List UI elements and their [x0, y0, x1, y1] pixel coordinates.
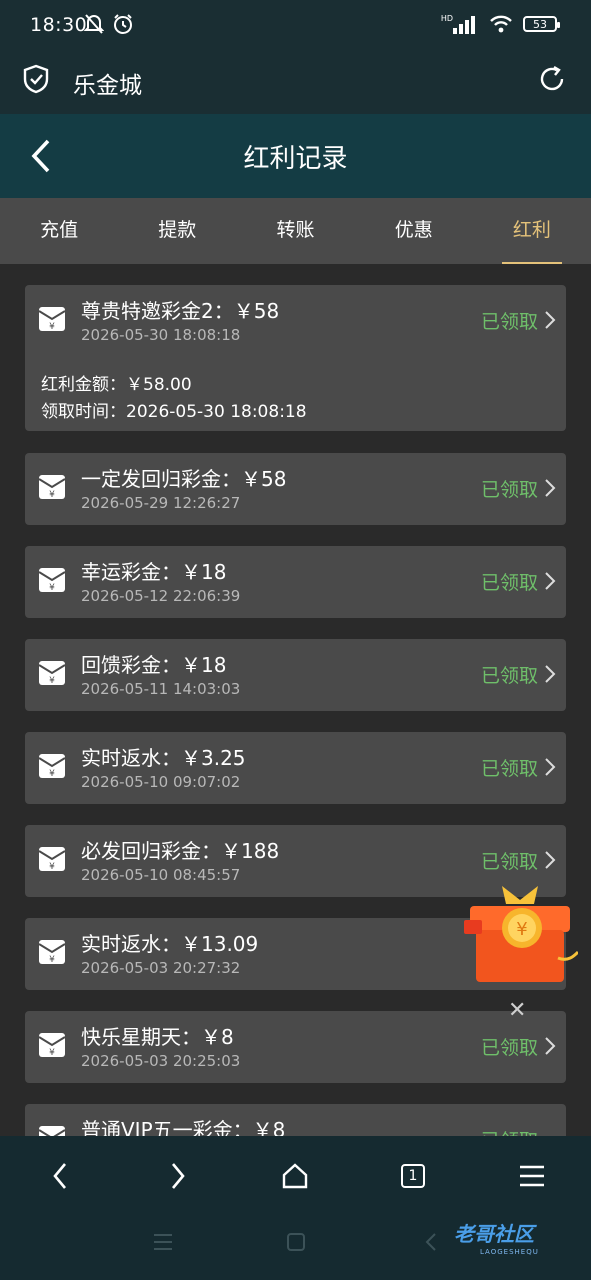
chevron-right-icon [545, 1037, 556, 1055]
red-envelope-icon: ¥ [38, 475, 66, 500]
menu-icon [520, 1165, 544, 1187]
gift-box-icon[interactable]: ¥ [462, 876, 578, 986]
record-date: 2026-05-12 22:06:39 [81, 587, 241, 605]
tab-withdraw[interactable]: 提款 [118, 198, 236, 264]
chevron-left-icon [53, 1163, 66, 1189]
svg-text:¥: ¥ [49, 862, 55, 872]
record-date: 2026-05-03 20:25:03 [81, 1052, 241, 1070]
bonus-amount-line: 红利金额：￥58.00 [41, 375, 192, 395]
svg-text:¥: ¥ [516, 919, 527, 940]
record-status: 已领取 [480, 758, 538, 780]
bonus-record-card[interactable]: ¥ 幸运彩金：￥18 2026-05-12 22:06:39 已领取 [25, 546, 566, 618]
red-envelope-icon: ¥ [38, 661, 66, 686]
record-date: 2026-05-29 12:26:27 [81, 494, 241, 512]
red-envelope-icon: ¥ [38, 1033, 66, 1058]
chevron-right-icon [172, 1163, 185, 1189]
svg-text:¥: ¥ [49, 769, 55, 779]
record-title: 回馈彩金：￥18 [81, 653, 227, 677]
chevron-right-icon [545, 311, 556, 329]
page-title: 红利记录 [243, 144, 348, 174]
record-title: 快乐星期天：￥8 [81, 1025, 234, 1049]
nav-home-button[interactable] [275, 1156, 315, 1196]
svg-text:¥: ¥ [49, 676, 55, 686]
claim-time-line: 领取时间：2026-05-30 18:08:18 [41, 402, 307, 422]
watermark-subtitle: LAOGESHEQU [480, 1248, 539, 1256]
status-bar: 18:30 HD 53 [0, 0, 591, 52]
battery-level: 53 [533, 17, 547, 31]
record-title: 普通VIP五一彩金：￥8 [81, 1118, 286, 1136]
chevron-right-icon [545, 572, 556, 590]
tab-promotion[interactable]: 优惠 [355, 198, 473, 264]
system-home-icon[interactable] [286, 1232, 306, 1252]
app-title: 乐金城 [73, 73, 142, 99]
shield-icon [23, 64, 49, 94]
red-envelope-icon: ¥ [38, 940, 66, 965]
record-date: 2026-05-10 08:45:57 [81, 866, 241, 884]
bonus-record-card[interactable]: ¥ 一定发回归彩金：￥58 2026-05-29 12:26:27 已领取 [25, 453, 566, 525]
svg-text:¥: ¥ [49, 583, 55, 593]
record-title: 必发回归彩金：￥188 [81, 839, 280, 863]
record-tabs: 充值 提款 转账 优惠 红利 [0, 198, 591, 264]
bonus-record-card[interactable]: ¥ 普通VIP五一彩金：￥8 已领取 [25, 1104, 566, 1136]
refresh-icon[interactable] [537, 64, 567, 94]
bonus-record-card[interactable]: ¥ 回馈彩金：￥18 2026-05-11 14:03:03 已领取 [25, 639, 566, 711]
tab-transfer[interactable]: 转账 [236, 198, 354, 264]
record-title: 实时返水：￥13.09 [81, 932, 259, 956]
hd-label: HD [440, 13, 453, 23]
browser-nav-bar: 1 [0, 1136, 591, 1280]
record-status: 已领取 [481, 1126, 538, 1136]
page-header: 红利记录 [0, 114, 591, 198]
record-title: 幸运彩金：￥18 [81, 560, 227, 584]
chevron-right-icon [545, 665, 556, 683]
mute-bell-icon [84, 14, 104, 34]
red-envelope-icon: ¥ [38, 1126, 66, 1136]
record-date: 2026-05-10 09:07:02 [81, 773, 241, 791]
alarm-icon [114, 14, 132, 34]
record-status: 已领取 [480, 851, 538, 873]
red-envelope-icon: ¥ [38, 847, 66, 872]
record-date: 2026-05-30 18:08:18 [81, 326, 241, 344]
recents-icon[interactable] [152, 1232, 174, 1252]
record-date: 2026-05-03 20:27:32 [81, 959, 241, 977]
record-title: 一定发回归彩金：￥58 [81, 467, 287, 491]
nav-back-button[interactable] [40, 1156, 80, 1196]
tab-count: 1 [401, 1164, 425, 1188]
record-status: 已领取 [480, 665, 538, 687]
svg-text:¥: ¥ [49, 1048, 55, 1058]
bonus-record-card[interactable]: ¥ 尊贵特邀彩金2：￥58 2026-05-30 18:08:18 已领取 红利… [25, 285, 566, 431]
home-icon [282, 1163, 308, 1189]
record-date: 2026-05-11 14:03:03 [81, 680, 241, 698]
close-icon[interactable]: ✕ [508, 998, 526, 1023]
record-title: 尊贵特邀彩金2：￥58 [81, 299, 280, 323]
wifi-icon [490, 15, 512, 33]
svg-text:¥: ¥ [49, 322, 55, 332]
browser-app-bar: 乐金城 [0, 52, 591, 114]
chevron-right-icon [545, 479, 556, 497]
record-status: 已领取 [480, 1037, 538, 1059]
tab-recharge[interactable]: 充值 [0, 198, 118, 264]
chevron-right-icon [545, 851, 556, 869]
status-time: 18:30 [30, 14, 88, 36]
svg-text:¥: ¥ [49, 490, 55, 500]
watermark-logo: 老哥社区 [454, 1222, 534, 1246]
svg-text:¥: ¥ [49, 955, 55, 965]
record-title: 实时返水：￥3.25 [81, 746, 246, 770]
bonus-record-card[interactable]: ¥ 快乐星期天：￥8 2026-05-03 20:25:03 已领取 [25, 1011, 566, 1083]
record-status: 已领取 [480, 479, 538, 501]
signal-icon [453, 16, 475, 34]
bonus-record-card[interactable]: ¥ 实时返水：￥3.25 2026-05-10 09:07:02 已领取 [25, 732, 566, 804]
record-status: 已领取 [480, 572, 538, 594]
record-status: 已领取 [480, 311, 538, 333]
red-envelope-icon: ¥ [38, 754, 66, 779]
red-envelope-icon: ¥ [38, 568, 66, 593]
battery-indicator: 53 [523, 16, 560, 32]
nav-menu-button[interactable] [512, 1156, 552, 1196]
nav-forward-button[interactable] [158, 1156, 198, 1196]
bonus-record-list: ¥ 尊贵特邀彩金2：￥58 2026-05-30 18:08:18 已领取 红利… [0, 264, 591, 1136]
red-envelope-icon: ¥ [38, 307, 66, 332]
system-back-icon[interactable] [424, 1232, 438, 1252]
chevron-right-icon [545, 758, 556, 776]
tab-bonus[interactable]: 红利 [473, 198, 591, 264]
nav-tabs-button[interactable]: 1 [393, 1156, 433, 1196]
